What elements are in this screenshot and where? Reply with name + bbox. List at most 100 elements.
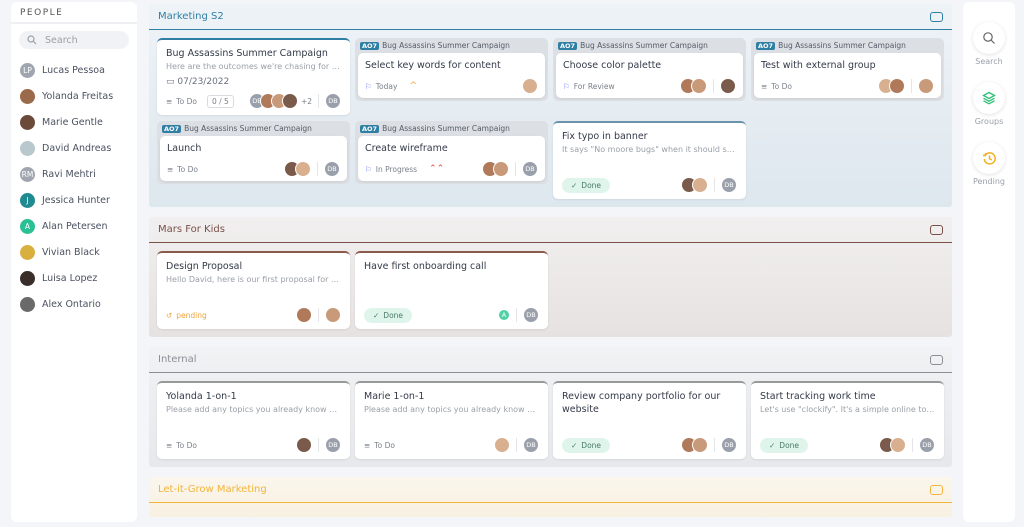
assignees[interactable] — [879, 437, 906, 453]
assignees[interactable]: DB — [248, 93, 298, 109]
avatar: J — [19, 191, 36, 209]
task-title: Launch — [167, 143, 202, 154]
group-tag: AO7 — [162, 124, 182, 133]
due-date-value: 07/23/2022 — [177, 77, 230, 87]
toolbar-label: Search — [975, 57, 1003, 66]
section-header[interactable]: Marketing S2 — [149, 4, 952, 30]
group-header[interactable]: AO7 Bug Assassins Summer Campaign — [358, 38, 545, 53]
subtask-count: 0 / 5 — [206, 94, 234, 108]
status-done[interactable]: ✓ Done — [364, 307, 413, 323]
avatar-photo — [720, 78, 736, 94]
person-item[interactable]: A Alan Petersen — [11, 213, 137, 239]
avatar-initials: DB — [523, 307, 539, 323]
avatar-initials: DB — [721, 177, 737, 193]
task-card[interactable]: Choose color palette ⚐ For Review — [556, 53, 743, 98]
avatar-initials: A — [498, 309, 510, 321]
task-card[interactable]: Marie 1-on-1 Please add any topics you al… — [355, 381, 548, 459]
group-header[interactable]: AO7 Bug Assassins Summer Campaign — [160, 121, 347, 136]
group-name: Bug Assassins Summer Campaign — [382, 124, 510, 133]
avatar — [19, 113, 36, 131]
status-todo[interactable]: ≡ To Do — [166, 97, 197, 106]
status-label: To Do — [771, 81, 792, 91]
person-item[interactable]: RM Ravi Mehtri — [11, 161, 137, 187]
status-label: For Review — [573, 81, 615, 91]
status-todo[interactable]: ≡ To Do — [761, 82, 792, 91]
toolbar-label: Pending — [973, 177, 1005, 186]
person-item[interactable]: Luisa Lopez — [11, 265, 137, 291]
task-group: AO7 Bug Assassins Summer Campaign Test wit… — [751, 38, 944, 101]
groups-button[interactable]: Groups — [963, 82, 1015, 126]
task-card[interactable]: Select key words for content ⚐ Today ^ — [358, 53, 545, 98]
avatar-initials: DB — [324, 161, 340, 177]
task-title: Fix typo in banner — [562, 131, 648, 142]
task-card[interactable]: Test with external group ≡ To Do — [754, 53, 941, 98]
avatar-initials: DB — [523, 437, 539, 453]
status-done[interactable]: ✓ Done — [562, 177, 611, 193]
task-card[interactable]: Review company portfolio for our website… — [553, 381, 746, 459]
status-todo[interactable]: ≡ To Do — [364, 441, 395, 450]
task-footer: ⚐ Today ^ — [365, 78, 538, 94]
assignees[interactable] — [681, 177, 708, 193]
status-flag[interactable]: ⚐ Today — [365, 82, 397, 91]
avatar-initials: DB — [919, 437, 935, 453]
collapse-toggle-icon[interactable] — [930, 224, 943, 235]
task-card[interactable]: Design Proposal Hello David, here is our … — [157, 251, 350, 329]
avatar-photo — [325, 307, 341, 323]
status-todo[interactable]: ≡ To Do — [167, 165, 198, 174]
person-item[interactable]: Alex Ontario — [11, 291, 137, 317]
group-header[interactable]: AO7 Bug Assassins Summer Campaign — [754, 38, 941, 53]
task-card[interactable]: Start tracking work time Let's use "clock… — [751, 381, 944, 459]
collapse-toggle-icon[interactable] — [930, 11, 943, 22]
search-placeholder: Search — [45, 34, 78, 46]
section-header[interactable]: Internal — [149, 347, 952, 373]
collapse-toggle-icon[interactable] — [930, 484, 943, 495]
search-button[interactable]: Search — [963, 22, 1015, 66]
task-card[interactable]: Have first onboarding call ✓ Done A DB — [355, 251, 548, 329]
section-header[interactable]: Let-it-Grow Marketing — [149, 477, 952, 503]
assignees[interactable]: A — [498, 309, 510, 321]
task-title: Choose color palette — [563, 60, 662, 71]
person-item[interactable]: David Andreas — [11, 135, 137, 161]
assignees[interactable] — [296, 437, 312, 453]
toolbar-label: Groups — [974, 117, 1004, 126]
people-search-input[interactable]: Search — [19, 31, 129, 49]
task-card[interactable]: Yolanda 1-on-1 Please add any topics you … — [157, 381, 350, 459]
status-done[interactable]: ✓ Done — [760, 437, 809, 453]
avatar — [19, 243, 36, 261]
status-label: To Do — [177, 164, 198, 174]
list-icon: ≡ — [364, 440, 371, 450]
person-item[interactable]: Marie Gentle — [11, 109, 137, 135]
assignees[interactable] — [482, 161, 509, 177]
task-card[interactable]: Launch ≡ To Do DB — [160, 136, 347, 181]
status-flag[interactable]: ⚐ In Progress — [365, 165, 417, 174]
person-item[interactable]: Yolanda Freitas — [11, 83, 137, 109]
avatar — [19, 87, 36, 105]
assignees[interactable] — [878, 78, 905, 94]
assignees[interactable] — [284, 161, 311, 177]
task-card[interactable]: Create wireframe ⚐ In Progress ⌃⌃ DB — [358, 136, 545, 181]
pending-button[interactable]: Pending — [963, 142, 1015, 186]
collapse-toggle-icon[interactable] — [930, 354, 943, 365]
check-icon: ✓ — [373, 310, 380, 320]
task-card[interactable]: Fix typo in banner It says "No moore bugs… — [553, 121, 746, 199]
person-item[interactable]: LP Lucas Pessoa — [11, 57, 137, 83]
assignees[interactable] — [494, 437, 510, 453]
check-icon: ✓ — [769, 440, 776, 450]
avatar-initials: DB — [522, 161, 538, 177]
section-header[interactable]: Mars For Kids — [149, 217, 952, 243]
avatar-photo — [691, 78, 707, 94]
person-item[interactable]: J Jessica Hunter — [11, 187, 137, 213]
status-pending[interactable]: ↺ pending — [166, 311, 207, 320]
group-header[interactable]: AO7 Bug Assassins Summer Campaign — [556, 38, 743, 53]
task-card[interactable]: Bug Assassins Summer Campaign Here are th… — [157, 38, 350, 115]
assignees[interactable] — [680, 78, 707, 94]
divider — [317, 162, 318, 176]
status-todo[interactable]: ≡ To Do — [166, 441, 197, 450]
status-done[interactable]: ✓ Done — [562, 437, 611, 453]
assignees[interactable] — [681, 437, 708, 453]
avatar: RM — [19, 165, 36, 183]
status-flag[interactable]: ⚐ For Review — [563, 82, 615, 91]
person-item[interactable]: Vivian Black — [11, 239, 137, 265]
assignees[interactable] — [296, 307, 312, 323]
group-header[interactable]: AO7 Bug Assassins Summer Campaign — [358, 121, 545, 136]
